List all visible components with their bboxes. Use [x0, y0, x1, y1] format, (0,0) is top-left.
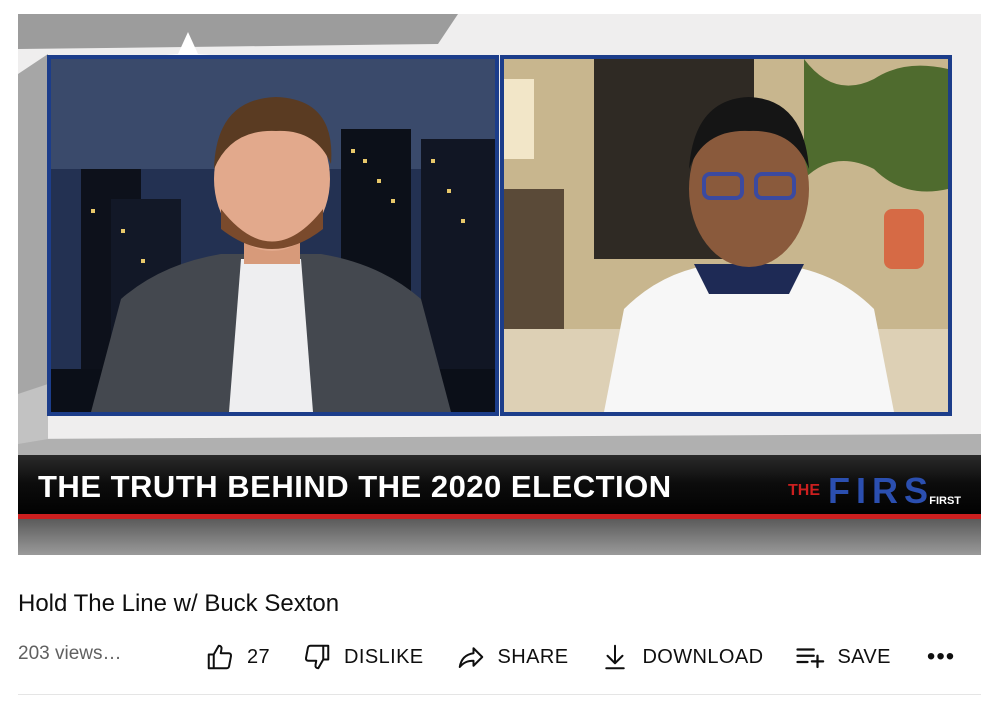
- more-actions-button[interactable]: •••: [927, 640, 955, 674]
- meta-divider: [18, 694, 981, 695]
- dislike-label: DISLIKE: [344, 645, 424, 668]
- lower-third-headline: THE TRUTH BEHIND THE 2020 ELECTION: [38, 469, 672, 504]
- share-arrow-icon: [458, 647, 483, 668]
- action-bar: 27 DISLIKE SHARE DOWNLOAD SAVE •••: [205, 640, 955, 674]
- thumbs-down-icon: [305, 644, 330, 670]
- lower-third-banner: THE TRUTH BEHIND THE 2020 ELECTION THE F…: [18, 455, 981, 519]
- playlist-add-icon: [796, 648, 825, 669]
- dislike-button[interactable]: DISLIKE: [302, 640, 424, 674]
- more-horizontal-icon: •••: [926, 643, 956, 670]
- channel-logo-small: FIRST: [929, 495, 961, 507]
- share-button[interactable]: SHARE: [456, 640, 569, 674]
- share-label: SHARE: [497, 645, 569, 668]
- save-button[interactable]: SAVE: [795, 640, 891, 674]
- host-video-panel: [47, 55, 499, 416]
- host-scene: [51, 59, 495, 412]
- guest-video-panel: [500, 55, 952, 416]
- thumbs-up-icon: [207, 644, 233, 670]
- like-count: 27: [247, 645, 271, 668]
- download-button[interactable]: DOWNLOAD: [600, 640, 763, 674]
- save-label: SAVE: [837, 645, 891, 668]
- svg-text:FIRS: FIRS: [828, 470, 934, 511]
- video-player[interactable]: THE TRUTH BEHIND THE 2020 ELECTION THE F…: [18, 14, 981, 555]
- svg-text:THE: THE: [788, 482, 820, 499]
- guest-scene: [504, 59, 948, 412]
- download-label: DOWNLOAD: [642, 645, 764, 668]
- video-title: Hold The Line w/ Buck Sexton: [18, 590, 340, 617]
- view-count[interactable]: 203 views…: [18, 643, 122, 665]
- lower-third-underbar: [18, 519, 981, 555]
- download-icon: [605, 644, 626, 670]
- like-button[interactable]: 27: [205, 640, 270, 674]
